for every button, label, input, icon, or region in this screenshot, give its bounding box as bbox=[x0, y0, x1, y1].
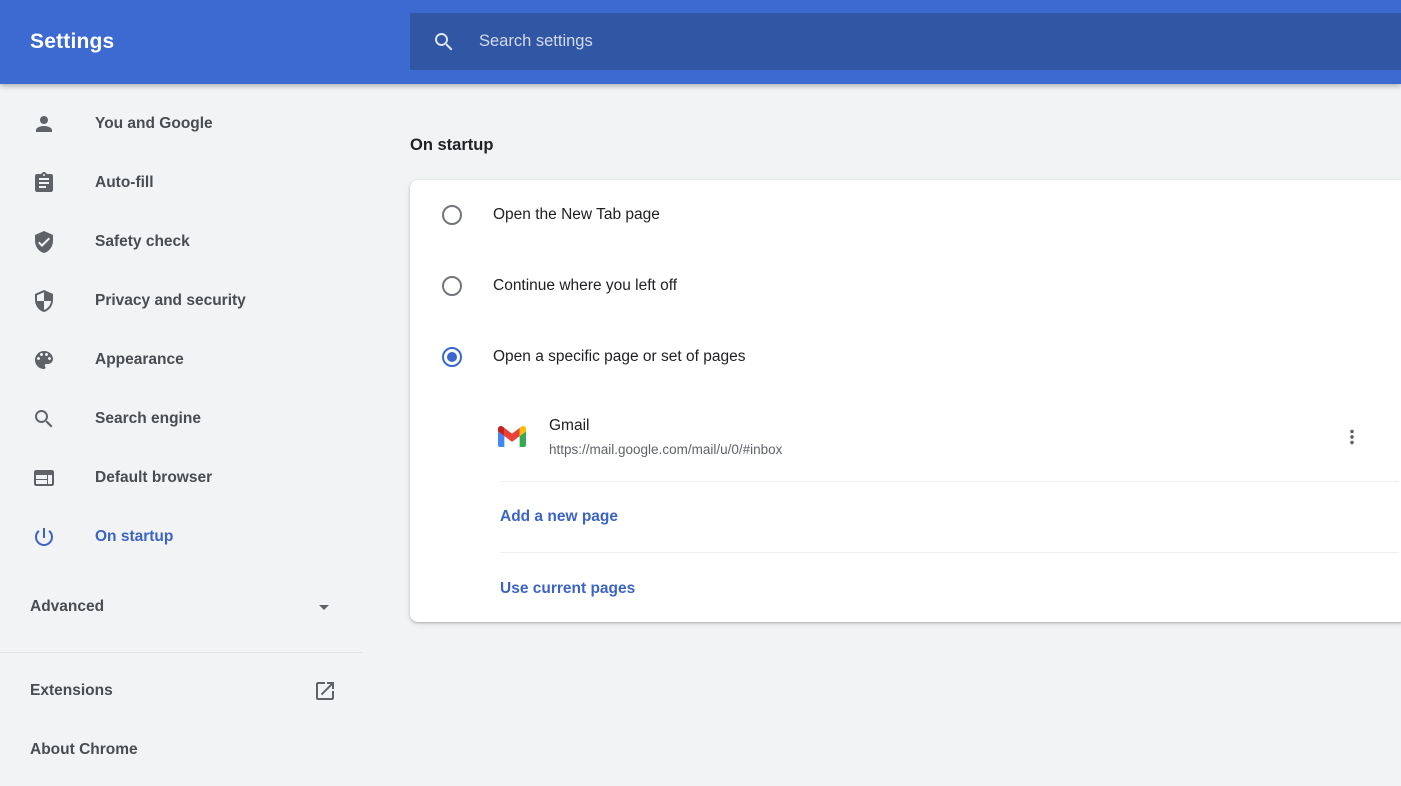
sidebar-item-label: Appearance bbox=[95, 351, 184, 369]
sidebar-item-label: Privacy and security bbox=[95, 292, 246, 310]
person-icon bbox=[32, 112, 56, 136]
more-actions-button[interactable] bbox=[1334, 419, 1370, 455]
on-startup-card: Open the New Tab page Continue where you… bbox=[410, 180, 1401, 622]
settings-main: On startup Open the New Tab page Continu… bbox=[410, 84, 1401, 786]
sidebar-item-label: Search engine bbox=[95, 410, 201, 428]
section-title: On startup bbox=[410, 136, 493, 155]
clipboard-icon bbox=[32, 171, 56, 195]
page-title: Settings bbox=[30, 0, 114, 84]
sidebar-item-autofill[interactable]: Auto-fill bbox=[0, 153, 392, 212]
settings-sidebar: You and Google Auto-fill Safety check Pr… bbox=[0, 84, 392, 786]
chevron-down-icon bbox=[312, 595, 336, 619]
magnifier-icon bbox=[32, 407, 56, 431]
sidebar-item-label: Default browser bbox=[95, 469, 212, 487]
shield-half-icon bbox=[32, 289, 56, 313]
sidebar-item-about-chrome[interactable]: About Chrome bbox=[0, 720, 392, 779]
startup-page-title: Gmail bbox=[549, 417, 782, 435]
add-new-page-row: Add a new page bbox=[410, 482, 1401, 552]
radio-option-label: Continue where you left off bbox=[493, 277, 677, 295]
sidebar-item-privacy-security[interactable]: Privacy and security bbox=[0, 271, 392, 330]
sidebar-item-label: Extensions bbox=[30, 682, 113, 700]
browser-window-icon bbox=[32, 466, 56, 490]
use-current-pages-row: Use current pages bbox=[410, 553, 1401, 624]
sidebar-item-default-browser[interactable]: Default browser bbox=[0, 448, 392, 507]
sidebar-item-label: About Chrome bbox=[30, 741, 138, 759]
sidebar-item-safety-check[interactable]: Safety check bbox=[0, 212, 392, 271]
palette-icon bbox=[32, 348, 56, 372]
sidebar-item-label: You and Google bbox=[95, 115, 213, 133]
sidebar-item-on-startup[interactable]: On startup bbox=[0, 507, 392, 566]
use-current-pages-link[interactable]: Use current pages bbox=[500, 580, 635, 598]
startup-page-row: Gmail https://mail.google.com/mail/u/0/#… bbox=[410, 392, 1401, 481]
sidebar-item-extensions[interactable]: Extensions bbox=[0, 661, 392, 720]
sidebar-item-label: Advanced bbox=[30, 598, 104, 616]
startup-page-info: Gmail https://mail.google.com/mail/u/0/#… bbox=[549, 417, 782, 457]
power-icon bbox=[32, 525, 56, 549]
gmail-icon bbox=[498, 426, 526, 447]
sidebar-item-search-engine[interactable]: Search engine bbox=[0, 389, 392, 448]
open-in-new-icon bbox=[313, 679, 337, 703]
radio-option-open-new-tab[interactable]: Open the New Tab page bbox=[410, 180, 1401, 250]
radio-button-selected[interactable] bbox=[442, 347, 462, 367]
radio-button-unselected[interactable] bbox=[442, 205, 462, 225]
settings-search-bar[interactable] bbox=[410, 13, 1401, 70]
radio-option-label: Open the New Tab page bbox=[493, 206, 660, 224]
search-icon bbox=[432, 30, 456, 54]
sidebar-item-label: On startup bbox=[95, 528, 173, 546]
sidebar-item-appearance[interactable]: Appearance bbox=[0, 330, 392, 389]
radio-option-open-specific-pages[interactable]: Open a specific page or set of pages bbox=[410, 322, 1401, 392]
search-input[interactable] bbox=[479, 32, 1157, 51]
sidebar-item-advanced[interactable]: Advanced bbox=[0, 577, 392, 636]
shield-check-icon bbox=[32, 230, 56, 254]
radio-option-label: Open a specific page or set of pages bbox=[493, 348, 745, 366]
sidebar-item-you-and-google[interactable]: You and Google bbox=[0, 94, 392, 153]
radio-button-unselected[interactable] bbox=[442, 276, 462, 296]
sidebar-item-label: Safety check bbox=[95, 233, 190, 251]
sidebar-divider bbox=[0, 652, 362, 653]
startup-page-url: https://mail.google.com/mail/u/0/#inbox bbox=[549, 442, 782, 457]
add-new-page-link[interactable]: Add a new page bbox=[500, 508, 618, 526]
settings-header: Settings bbox=[0, 0, 1401, 84]
radio-option-continue-left-off[interactable]: Continue where you left off bbox=[410, 250, 1401, 322]
sidebar-item-label: Auto-fill bbox=[95, 174, 154, 192]
more-vert-icon bbox=[1341, 426, 1363, 448]
